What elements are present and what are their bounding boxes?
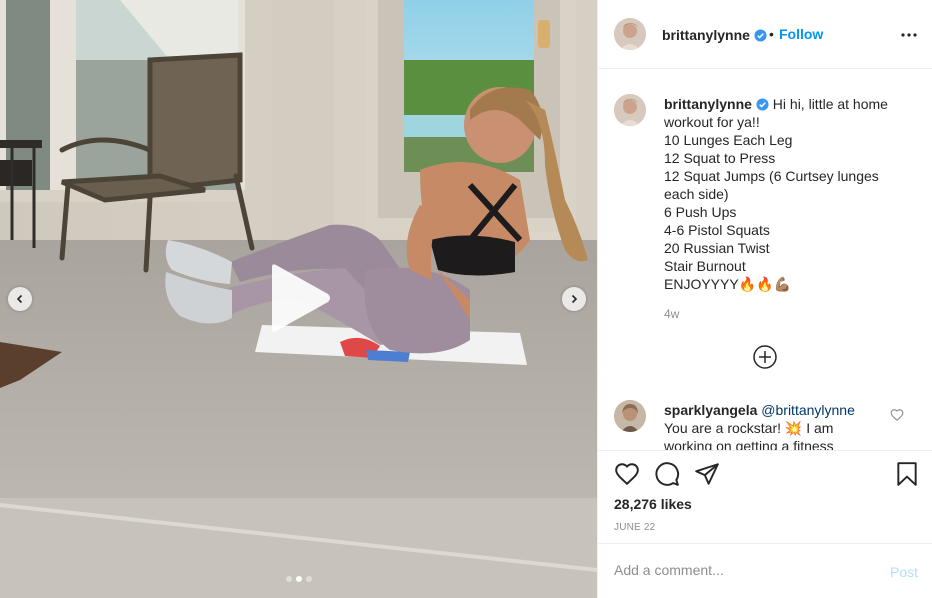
avatar-image (614, 18, 646, 50)
caption-line: 20 Russian Twist (664, 240, 770, 256)
commenter-avatar[interactable] (614, 400, 646, 432)
chevron-right-icon (571, 294, 578, 304)
verified-badge-icon (754, 29, 767, 42)
caption-username[interactable]: brittanylynne (664, 96, 752, 112)
comments-scroll-area[interactable]: brittanylynne Hi hi, little at home work… (598, 70, 932, 450)
author-username[interactable]: brittanylynne (662, 27, 767, 43)
caption-line: 10 Lunges Each Leg (664, 132, 793, 148)
bookmark-icon[interactable] (894, 461, 920, 487)
post-comment-button[interactable]: Post (890, 564, 918, 580)
share-icon[interactable] (694, 461, 720, 487)
caption-timestamp[interactable]: 4w (664, 307, 679, 321)
caption-line: 12 Squat to Press (664, 150, 776, 166)
caption-first-line: brittanylynne Hi hi, little at home (664, 95, 922, 113)
caption-line: Hi hi, little at home (772, 96, 888, 112)
comment: sparklyangela @brittanylynne You are a r… (664, 401, 894, 450)
carousel-dot (285, 576, 292, 582)
like-comment-heart-icon[interactable] (890, 408, 904, 422)
post-caption: brittanylynne Hi hi, little at home work… (664, 95, 922, 293)
add-circle-icon[interactable] (752, 344, 778, 370)
carousel-dot (295, 576, 302, 582)
separator-dot: • (769, 26, 774, 42)
post-actions: 28,276 likes JUNE 22 (598, 450, 932, 542)
comment-text: working on getting a fitness (664, 438, 834, 450)
caption-line: Stair Burnout (664, 258, 746, 274)
chevron-left-icon (16, 294, 23, 304)
play-icon[interactable] (262, 263, 336, 333)
post-media[interactable] (0, 0, 597, 598)
instagram-post: brittanylynne • Follow brittanylynne Hi … (0, 0, 932, 598)
author-username-text[interactable]: brittanylynne (662, 27, 750, 43)
avatar-image (614, 94, 646, 126)
carousel-dot (305, 576, 312, 582)
caption-line: workout for ya!! (664, 114, 760, 130)
previous-slide-button[interactable] (8, 287, 32, 311)
author-avatar[interactable] (614, 18, 646, 50)
likes-count[interactable]: 28,276 likes (614, 496, 692, 512)
caption-line: 4-6 Pistol Squats (664, 222, 770, 238)
avatar-image (614, 400, 646, 432)
add-comment-bar: Post (598, 543, 932, 598)
verified-badge-icon (756, 98, 769, 111)
comment-icon[interactable] (654, 461, 680, 487)
caption-line: 12 Squat Jumps (6 Curtsey lunges (664, 168, 879, 184)
comment-input[interactable] (614, 562, 864, 578)
carousel-indicator (0, 576, 597, 582)
next-slide-button[interactable] (562, 287, 586, 311)
heart-icon[interactable] (614, 461, 640, 487)
post-side-panel: brittanylynne • Follow brittanylynne Hi … (597, 0, 932, 598)
follow-button[interactable]: Follow (779, 26, 823, 42)
caption-line: each side) (664, 186, 729, 202)
more-options-icon[interactable] (899, 25, 919, 45)
caption-author-avatar[interactable] (614, 94, 646, 126)
comment-username[interactable]: sparklyangela (664, 402, 757, 418)
comment-text: You are a rockstar! 💥 I am (664, 420, 834, 436)
caption-line: 6 Push Ups (664, 204, 737, 220)
caption-line: ENJOYYYY🔥🔥💪🏽 (664, 276, 791, 292)
post-date[interactable]: JUNE 22 (614, 522, 655, 533)
comment-mention[interactable]: @brittanylynne (761, 402, 855, 418)
post-header: brittanylynne • Follow (598, 0, 932, 69)
